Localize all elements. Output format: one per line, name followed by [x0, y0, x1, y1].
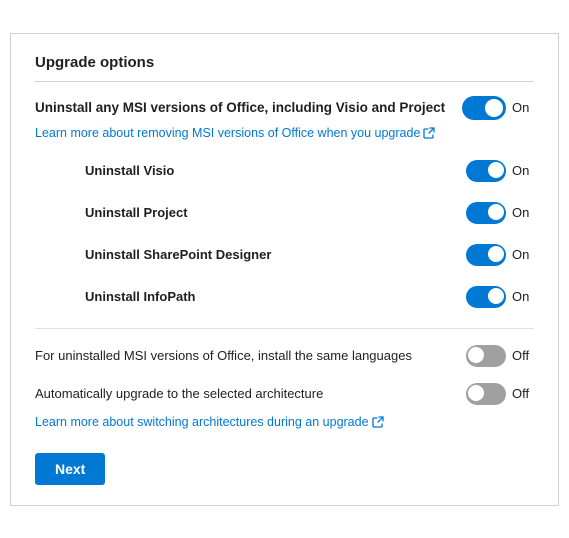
learn-more-text-2: Learn more about switching architectures…: [35, 415, 369, 429]
main-toggle-knob: [485, 99, 503, 117]
bottom-toggle-architecture[interactable]: [466, 383, 506, 405]
sub-toggle-status-sharepoint: On: [512, 247, 534, 262]
bottom-toggle-knob-languages: [468, 347, 484, 363]
learn-more-anchor-1[interactable]: Learn more about removing MSI versions o…: [35, 126, 435, 140]
learn-more-text-1: Learn more about removing MSI versions o…: [35, 126, 420, 140]
sub-toggle-status-infopath: On: [512, 289, 534, 304]
sub-toggle-group-infopath: On: [466, 286, 534, 308]
sub-toggle-knob-sharepoint: [488, 246, 504, 262]
sub-toggle-knob-visio: [488, 162, 504, 178]
sub-option-row-infopath: Uninstall InfoPath On: [85, 276, 534, 318]
learn-more-anchor-2[interactable]: Learn more about switching architectures…: [35, 415, 384, 429]
external-link-icon-2: [372, 416, 384, 428]
bottom-toggle-group-languages: Off: [466, 345, 534, 367]
sub-toggle-status-project: On: [512, 205, 534, 220]
bottom-options-container: For uninstalled MSI versions of Office, …: [35, 337, 534, 413]
next-button[interactable]: Next: [35, 453, 105, 485]
sub-toggle-status-visio: On: [512, 163, 534, 178]
sub-toggle-knob-project: [488, 204, 504, 220]
sub-options-container: Uninstall Visio On Uninstall Project On …: [85, 150, 534, 318]
sub-toggle-infopath[interactable]: [466, 286, 506, 308]
bottom-toggle-status-languages: Off: [512, 348, 534, 363]
external-link-icon-1: [423, 127, 435, 139]
divider: [35, 328, 534, 329]
sub-toggle-group-visio: On: [466, 160, 534, 182]
main-toggle[interactable]: [462, 96, 506, 120]
sub-toggle-group-project: On: [466, 202, 534, 224]
sub-toggle-group-sharepoint: On: [466, 244, 534, 266]
sub-option-label-visio: Uninstall Visio: [85, 163, 174, 178]
main-option-row: Uninstall any MSI versions of Office, in…: [35, 96, 534, 120]
next-button-container: Next: [35, 439, 534, 485]
sub-toggle-sharepoint[interactable]: [466, 244, 506, 266]
main-toggle-group: On: [462, 96, 534, 120]
bottom-option-label-architecture: Automatically upgrade to the selected ar…: [35, 386, 465, 401]
main-option-label: Uninstall any MSI versions of Office, in…: [35, 100, 455, 115]
learn-more-link-1[interactable]: Learn more about removing MSI versions o…: [35, 124, 534, 150]
sub-option-row-project: Uninstall Project On: [85, 192, 534, 234]
bottom-option-label-languages: For uninstalled MSI versions of Office, …: [35, 348, 465, 363]
main-toggle-status: On: [512, 100, 534, 115]
sub-option-label-project: Uninstall Project: [85, 205, 188, 220]
bottom-toggle-group-architecture: Off: [466, 383, 534, 405]
upgrade-options-card: Upgrade options Uninstall any MSI versio…: [10, 33, 559, 506]
sub-option-row-sharepoint: Uninstall SharePoint Designer On: [85, 234, 534, 276]
sub-toggle-knob-infopath: [488, 288, 504, 304]
sub-option-label-infopath: Uninstall InfoPath: [85, 289, 196, 304]
bottom-option-row-languages: For uninstalled MSI versions of Office, …: [35, 337, 534, 375]
sub-option-label-sharepoint: Uninstall SharePoint Designer: [85, 247, 271, 262]
page-title: Upgrade options: [35, 54, 534, 82]
bottom-toggle-knob-architecture: [468, 385, 484, 401]
sub-option-row-visio: Uninstall Visio On: [85, 150, 534, 192]
bottom-toggle-status-architecture: Off: [512, 386, 534, 401]
sub-toggle-project[interactable]: [466, 202, 506, 224]
bottom-toggle-languages[interactable]: [466, 345, 506, 367]
sub-toggle-visio[interactable]: [466, 160, 506, 182]
bottom-option-row-architecture: Automatically upgrade to the selected ar…: [35, 375, 534, 413]
